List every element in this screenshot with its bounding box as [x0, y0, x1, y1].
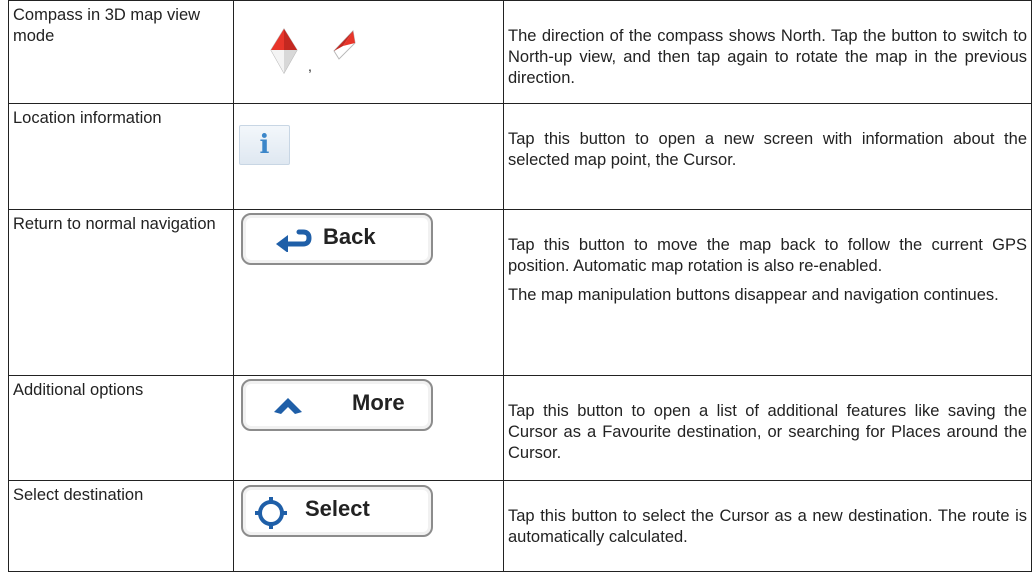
- compass-tilted-icon[interactable]: [331, 29, 357, 61]
- feature-description: Tap this button to move the map back to …: [508, 236, 1027, 304]
- feature-description: Tap this button to open a new screen wit…: [508, 130, 1027, 169]
- more-button-label: More: [352, 390, 405, 415]
- more-button[interactable]: More: [241, 379, 433, 431]
- target-icon: [255, 497, 287, 529]
- chevron-up-icon: [274, 398, 302, 414]
- select-button-label: Select: [305, 496, 370, 521]
- separator-comma: ,: [308, 58, 312, 74]
- back-button[interactable]: Back: [241, 213, 433, 265]
- feature-name: Compass in 3D map view mode: [13, 6, 201, 45]
- return-arrow-icon: [276, 229, 312, 252]
- feature-name: Additional options: [13, 381, 144, 399]
- location-info-button[interactable]: i: [239, 125, 290, 165]
- table-row: Select destination Select Tap this butto…: [8, 480, 1032, 572]
- info-icon: i: [259, 130, 270, 160]
- feature-name: Return to normal navigation: [13, 215, 216, 233]
- table-row: Compass in 3D map view mode , The direct…: [8, 0, 1032, 104]
- back-button-label: Back: [323, 224, 376, 249]
- feature-table: Compass in 3D map view mode , The direct…: [8, 0, 1032, 572]
- table-row: Location information i Tap this button t…: [8, 103, 1032, 210]
- feature-description: Tap this button to select the Cursor as …: [508, 507, 1027, 546]
- feature-name: Location information: [13, 109, 162, 127]
- table-row: Return to normal navigation Back Tap thi…: [8, 209, 1032, 376]
- feature-description: The direction of the compass shows North…: [508, 27, 1027, 87]
- table-row: Additional options More Tap this button …: [8, 375, 1032, 481]
- feature-description: Tap this button to open a list of additi…: [508, 402, 1027, 462]
- compass-3d-icon[interactable]: [269, 28, 299, 74]
- feature-name: Select destination: [13, 486, 144, 504]
- select-button[interactable]: Select: [241, 485, 433, 537]
